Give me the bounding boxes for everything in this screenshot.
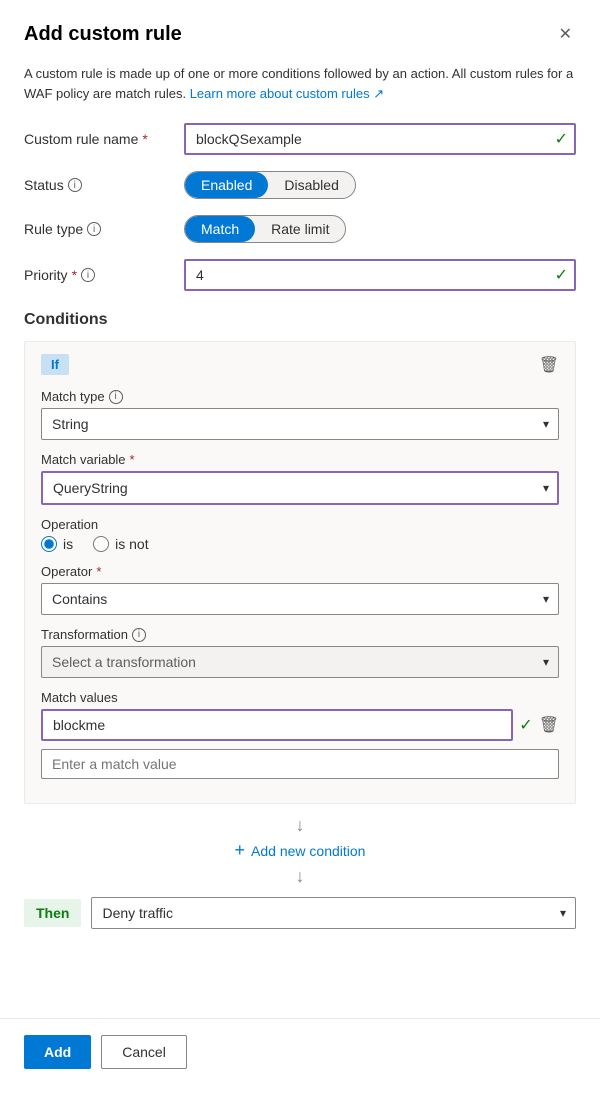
operation-is-radio[interactable]: [41, 536, 57, 552]
transformation-select-wrap: Select a transformation Lowercase Trim U…: [41, 646, 559, 678]
external-link-icon: ↗: [373, 86, 384, 101]
transformation-label: Transformation i: [41, 627, 559, 642]
close-button[interactable]: ✕: [555, 20, 576, 48]
arrow-down-icon: ↓: [296, 816, 305, 834]
operation-label: Operation: [41, 517, 559, 532]
then-row: Then Deny traffic Allow traffic Log requ…: [24, 897, 576, 929]
match-value-row-1: ✓ 🗑: [41, 709, 559, 741]
add-condition-label: Add new condition: [251, 843, 365, 859]
custom-rule-name-row: Custom rule name * ✓: [24, 123, 576, 155]
match-values-section: ✓ 🗑: [41, 709, 559, 779]
status-row: Status i Enabled Disabled: [24, 171, 576, 199]
cancel-button[interactable]: Cancel: [101, 1035, 187, 1069]
check-icon: ✓: [555, 129, 568, 149]
rule-type-toggle-group: Match Rate limit: [184, 215, 346, 243]
match-type-select-wrap: String IP address Geo location Size ▾: [41, 408, 559, 440]
operation-is-not-radio[interactable]: [93, 536, 109, 552]
if-bar: If 🗑: [41, 354, 559, 375]
arrow-down-icon-2: ↓: [296, 867, 305, 885]
status-toggle-wrap: Enabled Disabled: [184, 171, 576, 199]
operation-is-not-option[interactable]: is not: [93, 536, 148, 552]
match-type-select[interactable]: String IP address Geo location Size: [41, 408, 559, 440]
match-variable-select[interactable]: QueryString RequestUri RequestBody Reque…: [41, 471, 559, 505]
plus-icon: +: [235, 840, 246, 861]
operation-is-option[interactable]: is: [41, 536, 73, 552]
priority-label: Priority * i: [24, 267, 184, 283]
dialog-header: Add custom rule ✕: [24, 20, 576, 48]
custom-rule-name-input[interactable]: [184, 123, 576, 155]
match-value-check-icon: ✓: [519, 715, 532, 735]
rule-type-rate-limit-button[interactable]: Rate limit: [255, 216, 345, 242]
match-type-label: Match type i: [41, 389, 559, 404]
priority-required-asterisk: *: [72, 267, 77, 283]
operation-is-label: is: [63, 536, 73, 552]
status-label: Status i: [24, 177, 184, 193]
add-custom-rule-dialog: Add custom rule ✕ A custom rule is made …: [0, 0, 600, 1093]
dialog-title: Add custom rule: [24, 23, 182, 46]
rule-type-toggle-wrap: Match Rate limit: [184, 215, 576, 243]
dialog-description: A custom rule is made up of one or more …: [24, 64, 576, 103]
rule-type-row: Rule type i Match Rate limit: [24, 215, 576, 243]
operator-select-wrap: Contains Equals StartsWith EndsWith Less…: [41, 583, 559, 615]
rule-type-match-button[interactable]: Match: [185, 216, 255, 242]
operation-is-not-label: is not: [115, 536, 148, 552]
custom-rule-name-wrap: ✓: [184, 123, 576, 155]
transformation-info-icon: i: [132, 628, 146, 642]
add-condition-button[interactable]: + Add new condition: [223, 834, 378, 867]
match-value-row-empty: [41, 749, 559, 779]
delete-condition-button[interactable]: 🗑: [539, 355, 559, 375]
status-enabled-button[interactable]: Enabled: [185, 172, 268, 198]
match-type-info-icon: i: [109, 390, 123, 404]
match-value-input-1[interactable]: [41, 709, 513, 741]
match-variable-label: Match variable *: [41, 452, 559, 467]
transformation-select[interactable]: Select a transformation Lowercase Trim U…: [41, 646, 559, 678]
priority-input[interactable]: [184, 259, 576, 291]
operator-select[interactable]: Contains Equals StartsWith EndsWith Less…: [41, 583, 559, 615]
status-disabled-button[interactable]: Disabled: [268, 172, 354, 198]
then-action-select[interactable]: Deny traffic Allow traffic Log request: [91, 897, 576, 929]
then-action-select-wrap: Deny traffic Allow traffic Log request ▾: [91, 897, 576, 929]
status-info-icon: i: [68, 178, 82, 192]
priority-row: Priority * i ✓: [24, 259, 576, 291]
status-toggle-group: Enabled Disabled: [184, 171, 356, 199]
custom-rule-name-label: Custom rule name *: [24, 131, 184, 147]
match-variable-select-wrap: QueryString RequestUri RequestBody Reque…: [41, 471, 559, 505]
delete-match-value-button[interactable]: 🗑: [539, 715, 559, 735]
footer-buttons: Add Cancel: [24, 1035, 576, 1069]
operator-label: Operator *: [41, 564, 559, 579]
required-asterisk: *: [142, 131, 147, 147]
conditions-title: Conditions: [24, 311, 576, 329]
condition-card: If 🗑 Match type i String IP address Geo …: [24, 341, 576, 804]
priority-wrap: ✓: [184, 259, 576, 291]
footer-divider: [0, 1018, 600, 1019]
add-button[interactable]: Add: [24, 1035, 91, 1069]
operation-row: is is not: [41, 536, 559, 552]
if-badge: If: [41, 354, 69, 375]
priority-check-icon: ✓: [555, 265, 568, 285]
then-badge: Then: [24, 899, 81, 927]
match-values-label: Match values: [41, 690, 559, 705]
conditions-section: Conditions If 🗑 Match type i String IP a…: [24, 311, 576, 953]
rule-type-label: Rule type i: [24, 221, 184, 237]
match-variable-required: *: [130, 452, 135, 467]
add-condition-row: ↓ + Add new condition ↓: [24, 816, 576, 885]
rule-type-info-icon: i: [87, 222, 101, 236]
learn-more-link[interactable]: Learn more about custom rules ↗: [190, 86, 384, 101]
priority-info-icon: i: [81, 268, 95, 282]
operator-required: *: [96, 564, 101, 579]
match-value-input-empty[interactable]: [41, 749, 559, 779]
